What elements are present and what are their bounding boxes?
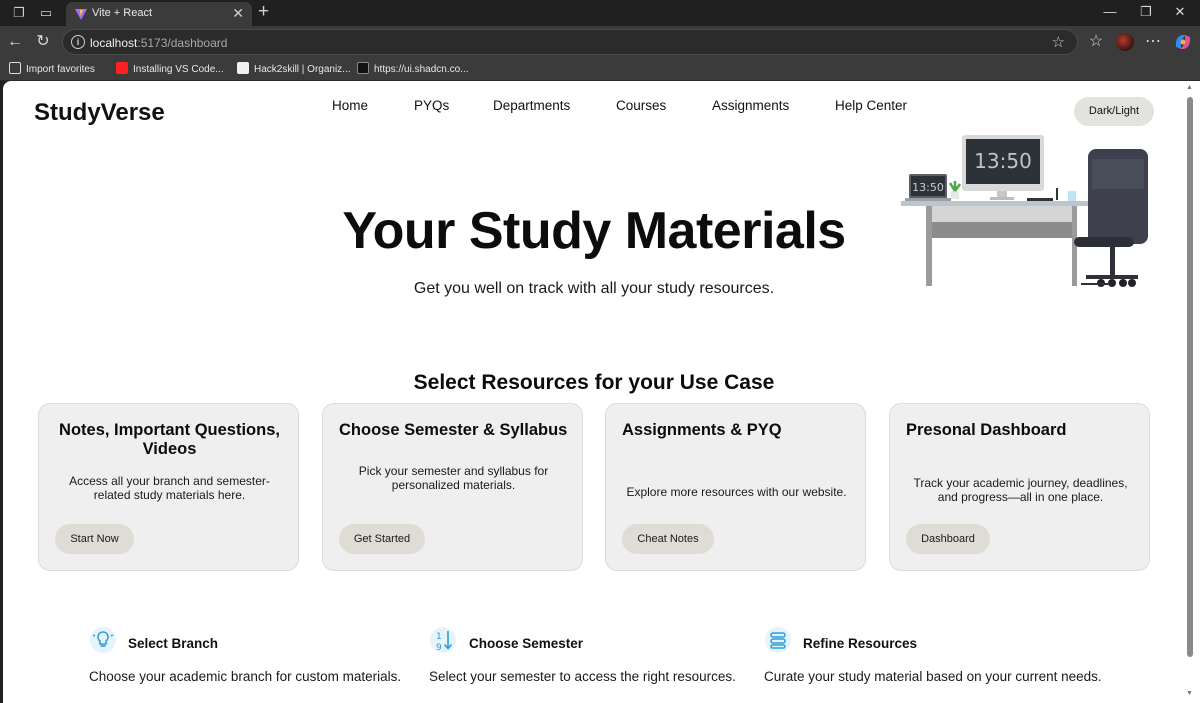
youtube-icon xyxy=(116,62,128,74)
close-tab-icon[interactable]: ✕ xyxy=(232,5,244,22)
scroll-down-icon[interactable]: ▼ xyxy=(1186,690,1193,697)
url-text: localhost:5173/dashboard xyxy=(90,36,228,50)
nav-assignments[interactable]: Assignments xyxy=(712,98,789,113)
feature-description: Choose your academic branch for custom m… xyxy=(89,669,402,684)
card-description: Access all your branch and semester-rela… xyxy=(69,474,270,502)
feature-description: Curate your study material based on your… xyxy=(764,669,1102,684)
vite-icon xyxy=(75,9,87,20)
sort-numeric-icon: 1 9 xyxy=(430,627,456,653)
site-info-icon[interactable]: i xyxy=(71,35,85,49)
browser-tab-active[interactable]: Vite + React ✕ xyxy=(66,2,252,26)
filter-list-icon xyxy=(765,627,791,653)
lightbulb-icon xyxy=(90,627,116,653)
address-bar[interactable]: i localhost:5173/dashboard ☆ xyxy=(62,29,1078,55)
new-tab-icon[interactable]: + xyxy=(258,1,269,23)
favorites-icon[interactable]: ☆ xyxy=(1087,33,1105,51)
nav-pyqs[interactable]: PYQs xyxy=(414,98,449,113)
card-title: Choose Semester & Syllabus xyxy=(339,421,568,439)
svg-text:1: 1 xyxy=(436,632,442,642)
workspaces-icon[interactable]: ❐ xyxy=(11,5,27,21)
card-description: Track your academic journey, deadlines, … xyxy=(913,476,1128,504)
tab-title: Vite + React xyxy=(92,7,153,19)
get-started-button[interactable]: Get Started xyxy=(339,524,425,554)
back-icon[interactable]: ← xyxy=(6,33,24,51)
dashboard-button[interactable]: Dashboard xyxy=(906,524,990,554)
minimize-icon[interactable]: — xyxy=(1100,4,1120,19)
restore-icon[interactable]: ❐ xyxy=(1136,4,1156,20)
feature-title: Select Branch xyxy=(128,636,219,651)
nav-home[interactable]: Home xyxy=(332,98,368,113)
browser-toolbar: ← ↻ i localhost:5173/dashboard ☆ ☆ ⋯ xyxy=(0,26,1200,58)
card-title: Assignments & PYQ xyxy=(622,421,782,439)
monitor-clock: 13:50 xyxy=(974,149,1032,173)
scrollbar-thumb[interactable] xyxy=(1187,97,1193,657)
scroll-up-icon[interactable]: ▲ xyxy=(1186,84,1193,91)
resource-card-semester: Choose Semester & Syllabus Pick your sem… xyxy=(322,403,583,571)
start-now-button[interactable]: Start Now xyxy=(55,524,134,554)
brand-logo[interactable]: StudyVerse xyxy=(34,99,165,127)
browser-titlebar: ❐ ▭ Vite + React ✕ + — ❐ ✕ xyxy=(0,0,1200,26)
laptop-clock: 13:50 xyxy=(912,181,944,194)
hack2skill-icon xyxy=(237,62,249,74)
bookmark-item[interactable]: https://ui.shadcn.co... xyxy=(357,62,469,77)
card-title: Notes, Important Questions, Videos xyxy=(59,421,280,458)
copilot-icon[interactable] xyxy=(1172,31,1194,53)
feature-title: Choose Semester xyxy=(469,636,584,651)
theme-toggle-button[interactable]: Dark/Light xyxy=(1074,97,1154,126)
bookmarks-bar: Import favorites Installing VS Code... H… xyxy=(0,58,1200,81)
card-description: Explore more resources with our website. xyxy=(626,485,847,499)
nav-courses[interactable]: Courses xyxy=(616,98,666,113)
favorite-star-icon[interactable]: ☆ xyxy=(1052,33,1065,51)
resource-card-assignments: Assignments & PYQ Explore more resources… xyxy=(605,403,866,571)
tab-actions-icon[interactable]: ▭ xyxy=(38,5,54,21)
import-icon xyxy=(9,62,21,74)
feature-description: Select your semester to access the right… xyxy=(429,669,736,684)
bookmark-item[interactable]: Installing VS Code... xyxy=(116,62,224,77)
feature-title: Refine Resources xyxy=(803,636,918,651)
card-title: Presonal Dashboard xyxy=(906,421,1067,439)
shadcn-icon xyxy=(357,62,369,74)
bookmark-item[interactable]: Import favorites xyxy=(9,62,95,77)
close-window-icon[interactable]: ✕ xyxy=(1170,4,1190,20)
nav-help-center[interactable]: Help Center xyxy=(835,98,907,113)
more-menu-icon[interactable]: ⋯ xyxy=(1144,33,1162,51)
card-description: Pick your semester and syllabus for pers… xyxy=(358,464,549,492)
profile-avatar[interactable] xyxy=(1116,33,1134,51)
resource-card-notes: Notes, Important Questions, Videos Acces… xyxy=(38,403,299,571)
bookmark-item[interactable]: Hack2skill | Organiz... xyxy=(237,62,351,77)
refresh-icon[interactable]: ↻ xyxy=(34,33,52,51)
svg-text:9: 9 xyxy=(436,643,442,653)
resources-section-title: Select Resources for your Use Case xyxy=(413,371,775,394)
nav-departments[interactable]: Departments xyxy=(493,98,570,113)
resource-card-dashboard: Presonal Dashboard Track your academic j… xyxy=(889,403,1150,571)
hero-title: Your Study Materials xyxy=(342,202,846,260)
page-viewport: StudyVerse Home PYQs Departments Courses… xyxy=(3,81,1185,703)
hero-subtitle: Get you well on track with all your stud… xyxy=(413,280,775,297)
cheat-notes-button[interactable]: Cheat Notes xyxy=(622,524,714,554)
